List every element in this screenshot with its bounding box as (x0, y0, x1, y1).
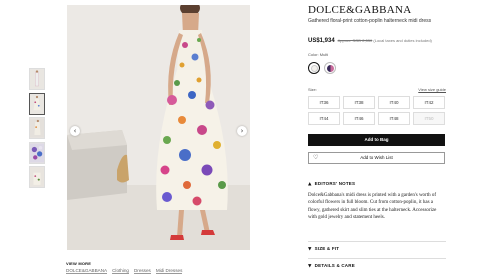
color-swatch-multi[interactable] (308, 62, 320, 74)
view-more-title: VIEW MORE (66, 261, 92, 266)
size-guide-link[interactable]: View size guide (418, 87, 446, 92)
size-option[interactable]: IT36 (308, 96, 340, 109)
thumbnail-5[interactable] (29, 166, 45, 188)
details-care-title: DETAILS & CARE (314, 263, 355, 268)
size-option[interactable]: IT48 (378, 112, 410, 125)
divider (308, 241, 446, 242)
previous-image-button[interactable]: ‹ (70, 126, 80, 136)
price-row: US$1,934 Approx. SGD 2,550 (Local taxes … (308, 38, 432, 44)
thumbnail-4[interactable] (29, 141, 45, 164)
view-more-link-clothing[interactable]: Clothing (112, 268, 129, 274)
color-swatch-purple[interactable] (324, 62, 336, 74)
divider (308, 258, 446, 259)
heart-icon: ♡ (313, 154, 319, 161)
product-name: Gathered floral-print cotton-poplin halt… (308, 18, 432, 24)
size-fit-title: SIZE & FIT (314, 246, 340, 251)
add-to-bag-button[interactable]: Add to Bag (308, 134, 445, 146)
size-option[interactable]: IT38 (343, 96, 375, 109)
chevron-right-icon: › (240, 127, 244, 135)
size-grid: IT36 IT38 IT40 IT42 IT44 IT46 IT48 IT50 (308, 96, 445, 125)
size-label: Size: (308, 87, 317, 92)
color-label: Color: Multi (308, 52, 329, 57)
thumbnail-1[interactable] (29, 68, 45, 90)
thumbnail-list (29, 68, 45, 191)
size-option[interactable]: IT40 (378, 96, 410, 109)
product-image[interactable]: ‹ › (67, 5, 250, 250)
chevron-down-icon: ▼ (308, 247, 312, 252)
product-photo (67, 5, 250, 250)
editors-notes-title: EDITORS' NOTES (314, 181, 356, 186)
size-option[interactable]: IT46 (343, 112, 375, 125)
view-more-link-dresses[interactable]: Dresses (133, 268, 151, 274)
chevron-down-icon: ▼ (308, 264, 312, 269)
size-option[interactable]: IT42 (413, 96, 445, 109)
details-care-toggle[interactable]: ▼ DETAILS & CARE (308, 263, 355, 269)
color-swatches (308, 62, 336, 74)
next-image-button[interactable]: › (237, 126, 247, 136)
approx-price: Approx. SGD 2,550 (337, 38, 373, 43)
editors-notes-toggle[interactable]: ▲ EDITORS' NOTES (308, 181, 355, 187)
thumbnail-2[interactable] (29, 92, 45, 115)
chevron-left-icon: ‹ (73, 127, 77, 135)
brand-name[interactable]: DOLCE&GABBANA (308, 4, 412, 16)
view-more-links: DOLCE&GABBANA Clothing Dresses Midi Dres… (66, 268, 183, 274)
size-option[interactable]: IT44 (308, 112, 340, 125)
price: US$1,934 (308, 38, 335, 44)
add-to-wishlist-label: Add to Wish List (360, 155, 393, 160)
view-more-link-brand[interactable]: DOLCE&GABBANA (66, 268, 108, 274)
view-more-link-midi-dresses[interactable]: Midi Dresses (155, 268, 183, 274)
editors-notes-body: Dolce&Gabbana's midi dress is printed wi… (308, 193, 437, 221)
chevron-up-icon: ▲ (308, 182, 312, 187)
size-option-unavailable[interactable]: IT50 (413, 112, 445, 125)
size-fit-toggle[interactable]: ▼ SIZE & FIT (308, 246, 339, 252)
thumbnail-3[interactable] (29, 117, 45, 139)
tax-note: (Local taxes and duties included) (373, 38, 432, 43)
add-to-wishlist-button[interactable]: ♡ Add to Wish List (308, 152, 445, 164)
